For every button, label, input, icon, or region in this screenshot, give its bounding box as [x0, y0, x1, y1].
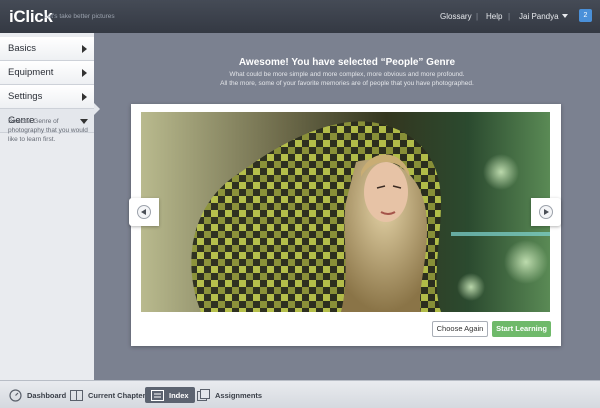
sidebar-item-basics[interactable]: Basics: [0, 37, 94, 61]
next-circle: [539, 205, 553, 219]
chevron-right-icon: [82, 93, 87, 101]
app-tagline: Let's take better pictures: [44, 13, 115, 20]
sidebar-item-label: Equipment: [8, 67, 54, 78]
chevron-right-icon: [82, 69, 87, 77]
bottom-item-label: Dashboard: [27, 390, 67, 400]
bottom-bar: Dashboard Current Chapter Index Assignme…: [0, 380, 600, 408]
sidebar-pointer: [94, 103, 100, 115]
arrow-left-icon: [141, 209, 146, 215]
user-name: Jai Pandya: [519, 12, 559, 21]
sidebar-item-equipment[interactable]: Equipment: [0, 61, 94, 85]
genre-card: Choose Again Start Learning: [131, 104, 561, 346]
assignments-icon: [197, 389, 210, 401]
sidebar-item-settings[interactable]: Settings: [0, 85, 94, 109]
previous-button[interactable]: [129, 198, 159, 226]
arrow-right-icon: [544, 209, 549, 215]
nav-separator: |: [508, 12, 511, 21]
chevron-down-icon: [561, 14, 568, 18]
sidebar: Basics Equipment Settings Genre Select a…: [0, 33, 94, 380]
page-subtitle: All the more, some of your favorite memo…: [220, 80, 474, 87]
bottom-item-assignments[interactable]: Assignments: [197, 387, 262, 403]
bottom-item-current-chapter[interactable]: Current Chapter: [70, 387, 146, 403]
sidebar-item-label: Basics: [8, 43, 36, 54]
page-title: Awesome! You have selected “People” Genr…: [238, 57, 456, 68]
sidebar-item-label: Settings: [8, 91, 43, 102]
genre-description: Select a Genre of photography that you w…: [8, 118, 88, 143]
book-icon: [70, 389, 83, 401]
bottom-item-label: Index: [169, 390, 189, 400]
dashboard-icon: [9, 388, 22, 402]
index-icon: [151, 389, 164, 401]
glossary-link[interactable]: Glossary: [440, 12, 472, 21]
notification-badge[interactable]: 2: [579, 9, 592, 22]
nav-separator: |: [476, 12, 479, 21]
top-bar: iClick Let's take better pictures Glossa…: [0, 0, 600, 33]
choose-again-button[interactable]: Choose Again: [432, 321, 488, 337]
bottom-item-index[interactable]: Index: [145, 387, 195, 403]
bottom-item-label: Assignments: [215, 390, 263, 400]
next-button[interactable]: [531, 198, 561, 226]
page-subtitle: What could be more simple and more compl…: [229, 71, 465, 78]
user-menu[interactable]: Jai Pandya: [519, 12, 568, 21]
start-learning-button[interactable]: Start Learning: [492, 321, 551, 337]
bottom-item-dashboard[interactable]: Dashboard: [9, 387, 66, 403]
bottom-item-label: Current Chapter: [88, 390, 146, 400]
genre-photo: [141, 112, 550, 312]
chevron-right-icon: [82, 45, 87, 53]
previous-circle: [137, 205, 151, 219]
help-link[interactable]: Help: [486, 12, 502, 21]
